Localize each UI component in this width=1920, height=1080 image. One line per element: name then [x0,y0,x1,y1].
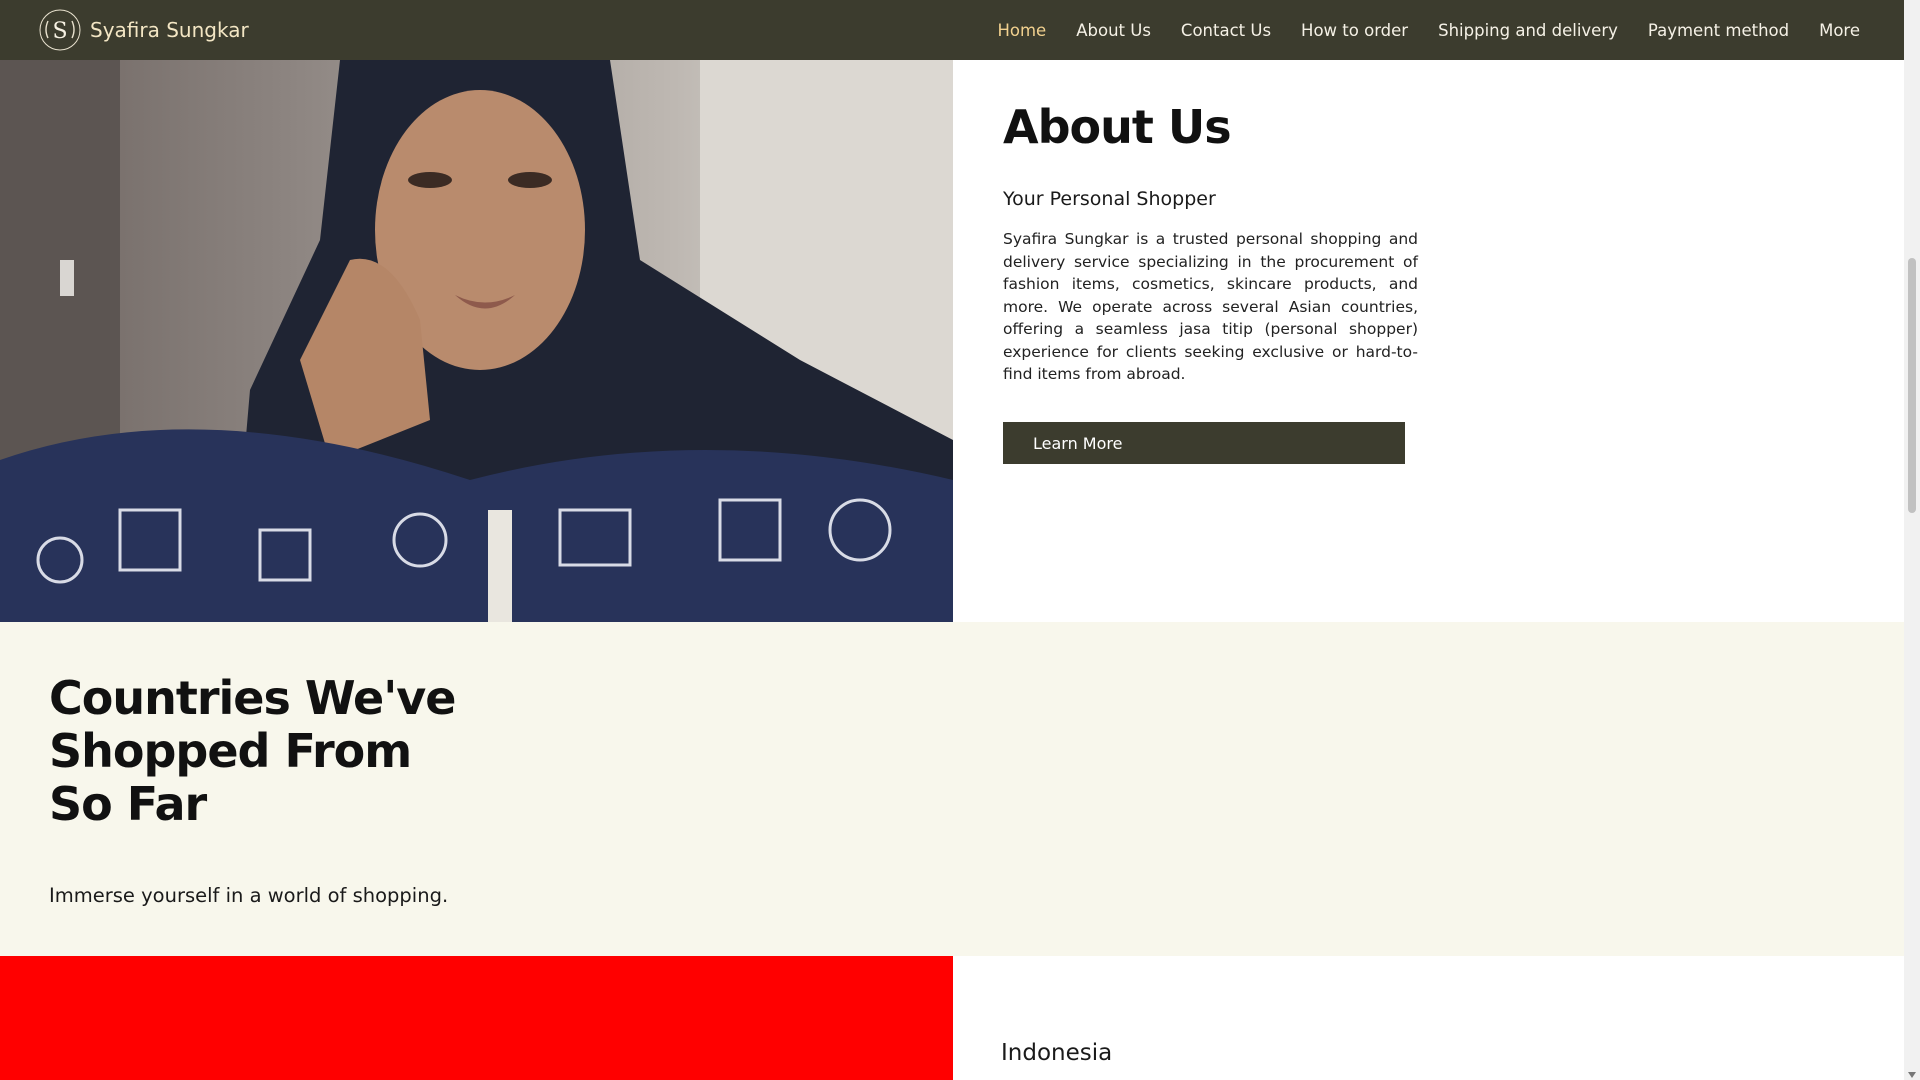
learn-more-button[interactable]: Learn More [1003,422,1405,464]
country-name: Indonesia [1001,1040,1113,1066]
page: S Syafira Sungkar Home About Us Contact … [0,0,1920,1080]
portrait-illustration [0,60,953,622]
main-nav: Home About Us Contact Us How to order Sh… [967,21,1860,40]
svg-text:S: S [52,19,67,44]
countries-title-line-3: So Far [49,777,207,831]
nav-how-to-order[interactable]: How to order [1301,21,1408,40]
nav-home[interactable]: Home [997,21,1046,40]
nav-contact-us[interactable]: Contact Us [1181,21,1271,40]
countries-section: Countries We've Shopped From So Far Imme… [0,622,1904,956]
countries-subtitle: Immerse yourself in a world of shopping. [49,884,449,907]
countries-title-line-1: Countries We've [49,671,456,725]
nav-payment-method[interactable]: Payment method [1648,21,1789,40]
brand-logo-icon: S [38,8,82,52]
scroll-down-arrow-icon[interactable] [1908,1072,1916,1078]
country-flag-image [0,956,953,1080]
about-photo [0,60,953,622]
about-content: About Us Your Personal Shopper Syafira S… [1003,100,1418,401]
brand-name: Syafira Sungkar [90,18,249,42]
nav-shipping-and-delivery[interactable]: Shipping and delivery [1438,21,1618,40]
page-scrollbar[interactable] [1904,0,1920,1080]
nav-more[interactable]: More [1819,21,1860,40]
nav-about-us[interactable]: About Us [1076,21,1151,40]
brand[interactable]: S Syafira Sungkar [38,8,249,52]
about-subtitle: Your Personal Shopper [1003,188,1216,210]
site-header: S Syafira Sungkar Home About Us Contact … [0,0,1904,60]
scrollbar-thumb[interactable] [1908,258,1916,513]
about-title: About Us [1003,100,1232,154]
countries-title-line-2: Shopped From [49,724,412,778]
about-body: Syafira Sungkar is a trusted personal sh… [1003,230,1418,383]
countries-title: Countries We've Shopped From So Far [49,672,469,831]
